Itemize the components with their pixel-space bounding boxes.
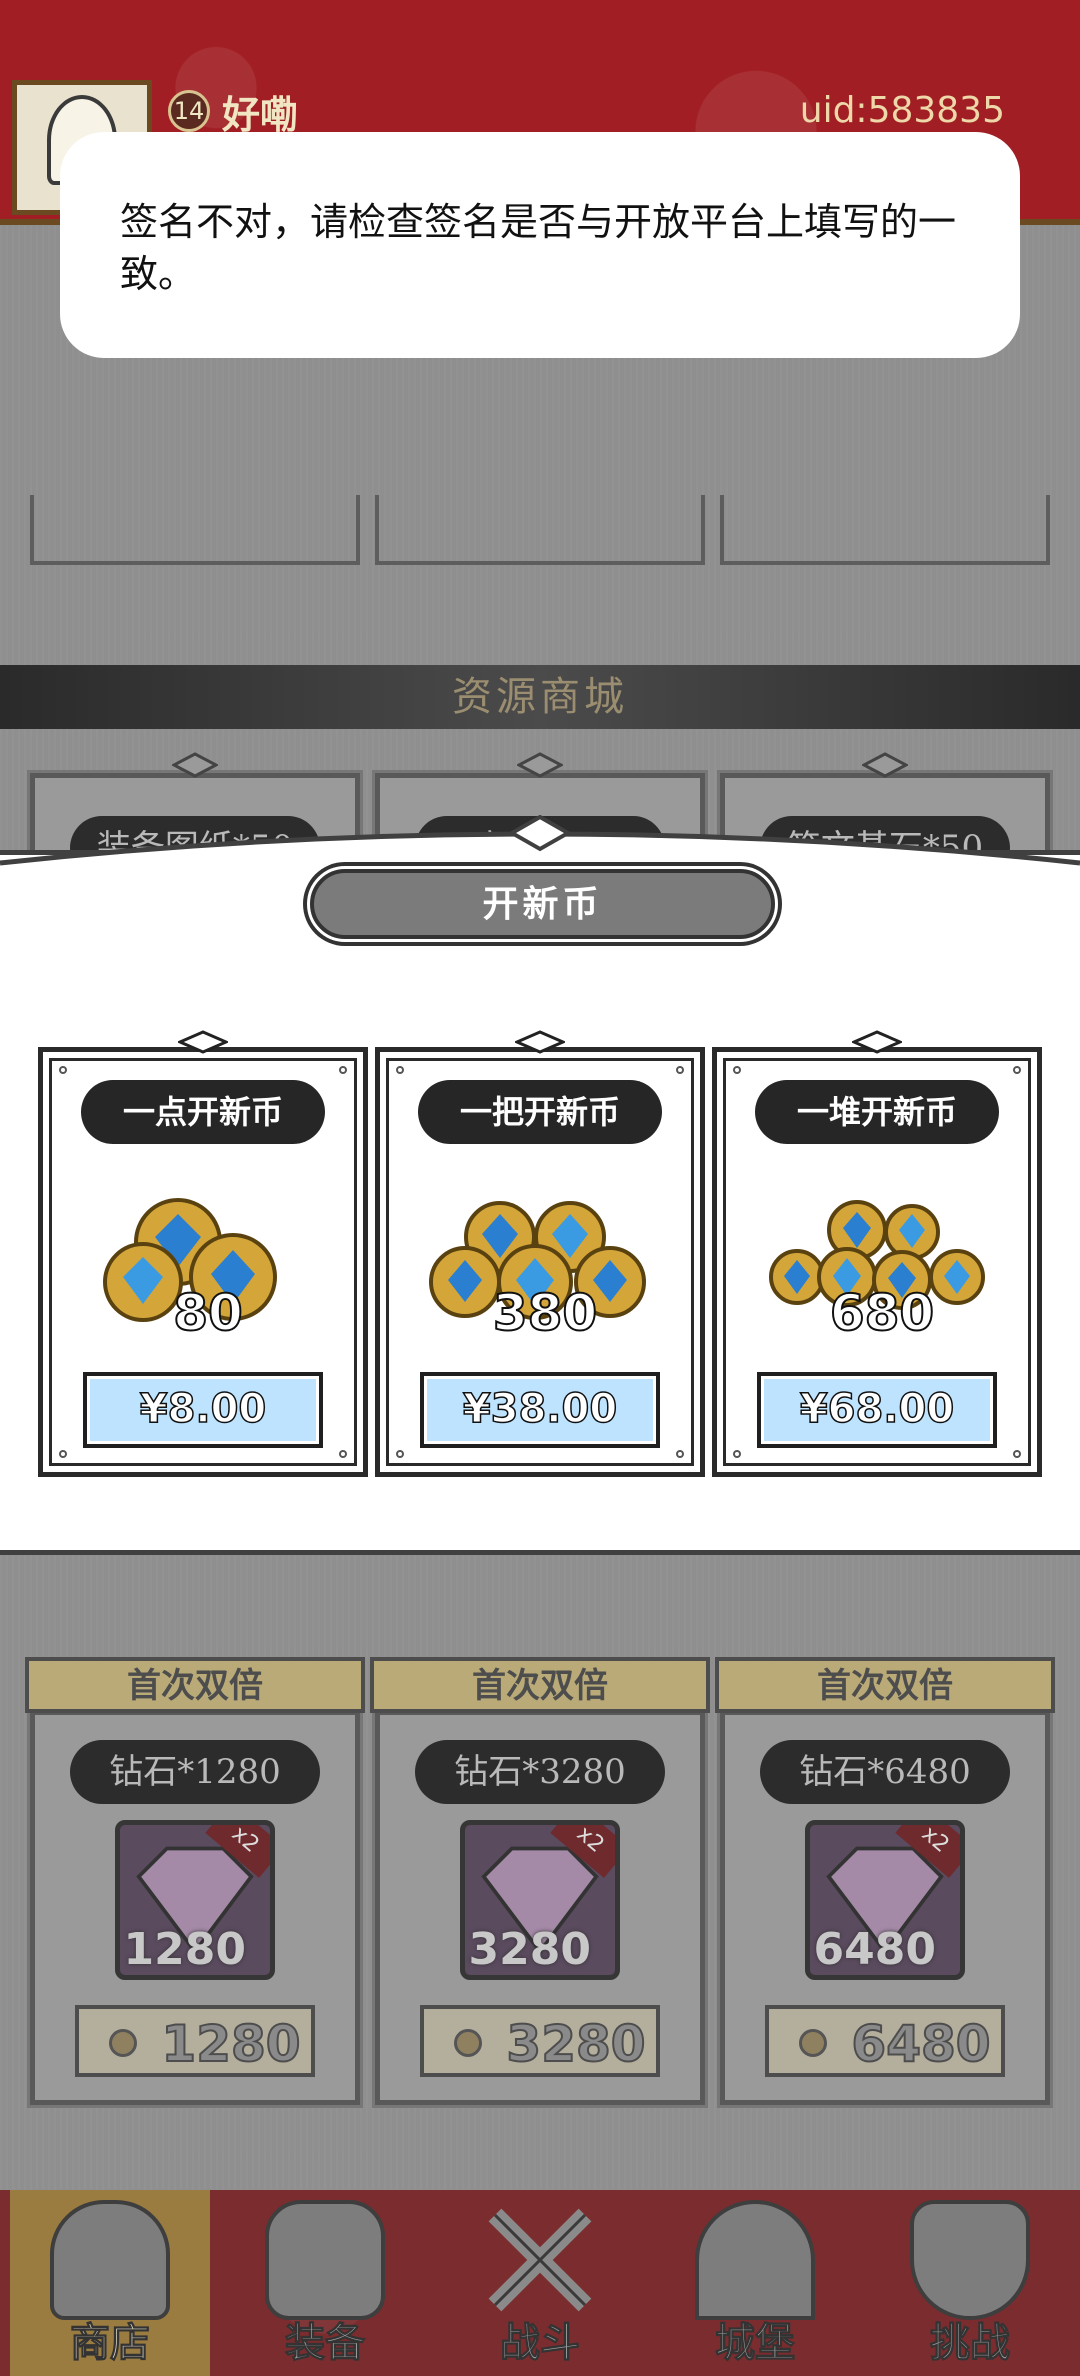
item-quantity: 6480 <box>813 1924 936 1975</box>
corner-rivet <box>339 1066 347 1074</box>
panel-arch-ornament <box>0 815 1080 866</box>
corner-rivet <box>676 1450 684 1458</box>
upper-card-remnant <box>375 495 705 565</box>
pack-amount: 80 <box>172 1283 244 1343</box>
player-name: 好嘞 <box>222 93 299 137</box>
player-level-badge: 14 <box>168 90 210 132</box>
buy-button[interactable]: ¥8.00 <box>83 1372 323 1448</box>
crossed-swords-icon <box>488 2208 592 2312</box>
pack-amount: 380 <box>492 1283 598 1343</box>
corner-rivet <box>676 1066 684 1074</box>
corner-rivet <box>396 1066 404 1074</box>
shop-icon <box>50 2200 170 2320</box>
diamond-label: 钻石*3280 <box>415 1740 665 1804</box>
panel-title: 开新币 <box>307 866 778 942</box>
diamond-ornament-icon <box>515 1030 565 1054</box>
resource-shop-title: 资源商城 <box>452 674 628 720</box>
price-bar[interactable]: 6480 <box>765 2005 1005 2077</box>
diamond-ornament-icon <box>852 1030 902 1054</box>
corner-rivet <box>396 1450 404 1458</box>
coin-pack-card[interactable]: 一把开新币 380 ¥38.00 <box>375 1030 705 1477</box>
corner-rivet <box>59 1450 67 1458</box>
nav-tab-battle[interactable]: 战斗 <box>440 2190 640 2376</box>
corner-rivet <box>339 1450 347 1458</box>
diamond-ornament-icon <box>517 752 563 778</box>
coin-icon <box>799 2029 827 2057</box>
buy-button[interactable]: ¥38.00 <box>420 1372 660 1448</box>
pack-name: 一把开新币 <box>418 1080 662 1144</box>
corner-rivet <box>1013 1450 1021 1458</box>
challenge-shield-icon <box>910 2200 1030 2320</box>
nav-label: 挑战 <box>930 2319 1011 2367</box>
item-quantity: 3280 <box>468 1924 591 1975</box>
first-double-tag: 首次双倍 <box>370 1657 710 1713</box>
item-slot: x2 1280 <box>115 1820 275 1980</box>
diamond-ornament-icon <box>178 1030 228 1054</box>
item-slot: x2 3280 <box>460 1820 620 1980</box>
error-toast: 签名不对，请检查签名是否与开放平台上填写的一致。 <box>60 132 1020 358</box>
purchase-panel: 开新币 一点开新币 80 ¥8.00 一把开新币 380 ¥38.00 一堆开新… <box>0 815 1080 1555</box>
diamond-label: 钻石*1280 <box>70 1740 320 1804</box>
diamond-card[interactable]: 首次双倍 钻石*6480 x2 6480 6480 <box>715 1657 1055 2108</box>
first-double-tag: 首次双倍 <box>715 1657 1055 1713</box>
price-amount: 6480 <box>850 2014 991 2074</box>
upper-card-remnant <box>30 495 360 565</box>
first-double-tag: 首次双倍 <box>25 1657 365 1713</box>
nav-label: 战斗 <box>500 2319 581 2367</box>
diamond-label: 钻石*6480 <box>760 1740 1010 1804</box>
diamond-ornament-icon <box>172 752 218 778</box>
corner-rivet <box>1013 1066 1021 1074</box>
nav-tab-castle[interactable]: 城堡 <box>655 2190 855 2376</box>
player-uid: uid:583835 <box>799 90 1005 131</box>
diamond-ornament-icon <box>862 752 908 778</box>
equipment-bag-icon <box>265 2200 385 2320</box>
diamond-card[interactable]: 首次双倍 钻石*3280 x2 3280 3280 <box>370 1657 710 2108</box>
price-bar[interactable]: 1280 <box>75 2005 315 2077</box>
price-amount: 3280 <box>505 2014 646 2074</box>
castle-icon <box>695 2200 815 2320</box>
corner-rivet <box>59 1066 67 1074</box>
price-amount: 1280 <box>160 2014 301 2074</box>
coin-pack-card[interactable]: 一堆开新币 680 ¥68.00 <box>712 1030 1042 1477</box>
nav-label: 装备 <box>285 2319 366 2367</box>
nav-tab-equipment[interactable]: 装备 <box>225 2190 425 2376</box>
coin-icon <box>454 2029 482 2057</box>
nav-tab-shop[interactable]: 商店 <box>10 2190 210 2376</box>
item-slot: x2 6480 <box>805 1820 965 1980</box>
coin-pack-card[interactable]: 一点开新币 80 ¥8.00 <box>38 1030 368 1477</box>
pack-amount: 680 <box>829 1283 935 1343</box>
diamond-card[interactable]: 首次双倍 钻石*1280 x2 1280 1280 <box>25 1657 365 2108</box>
coin-icon <box>109 2029 137 2057</box>
pack-name: 一堆开新币 <box>755 1080 999 1144</box>
nav-label: 城堡 <box>715 2319 796 2367</box>
pack-name: 一点开新币 <box>81 1080 325 1144</box>
nav-label: 商店 <box>70 2319 151 2367</box>
corner-rivet <box>733 1066 741 1074</box>
corner-rivet <box>733 1450 741 1458</box>
buy-button[interactable]: ¥68.00 <box>757 1372 997 1448</box>
nav-tab-challenge[interactable]: 挑战 <box>870 2190 1070 2376</box>
toast-message: 签名不对，请检查签名是否与开放平台上填写的一致。 <box>120 200 957 296</box>
upper-card-remnant <box>720 495 1050 565</box>
bottom-nav: 商店 装备 战斗 城堡 挑战 <box>0 2190 1080 2376</box>
item-quantity: 1280 <box>123 1924 246 1975</box>
price-bar[interactable]: 3280 <box>420 2005 660 2077</box>
